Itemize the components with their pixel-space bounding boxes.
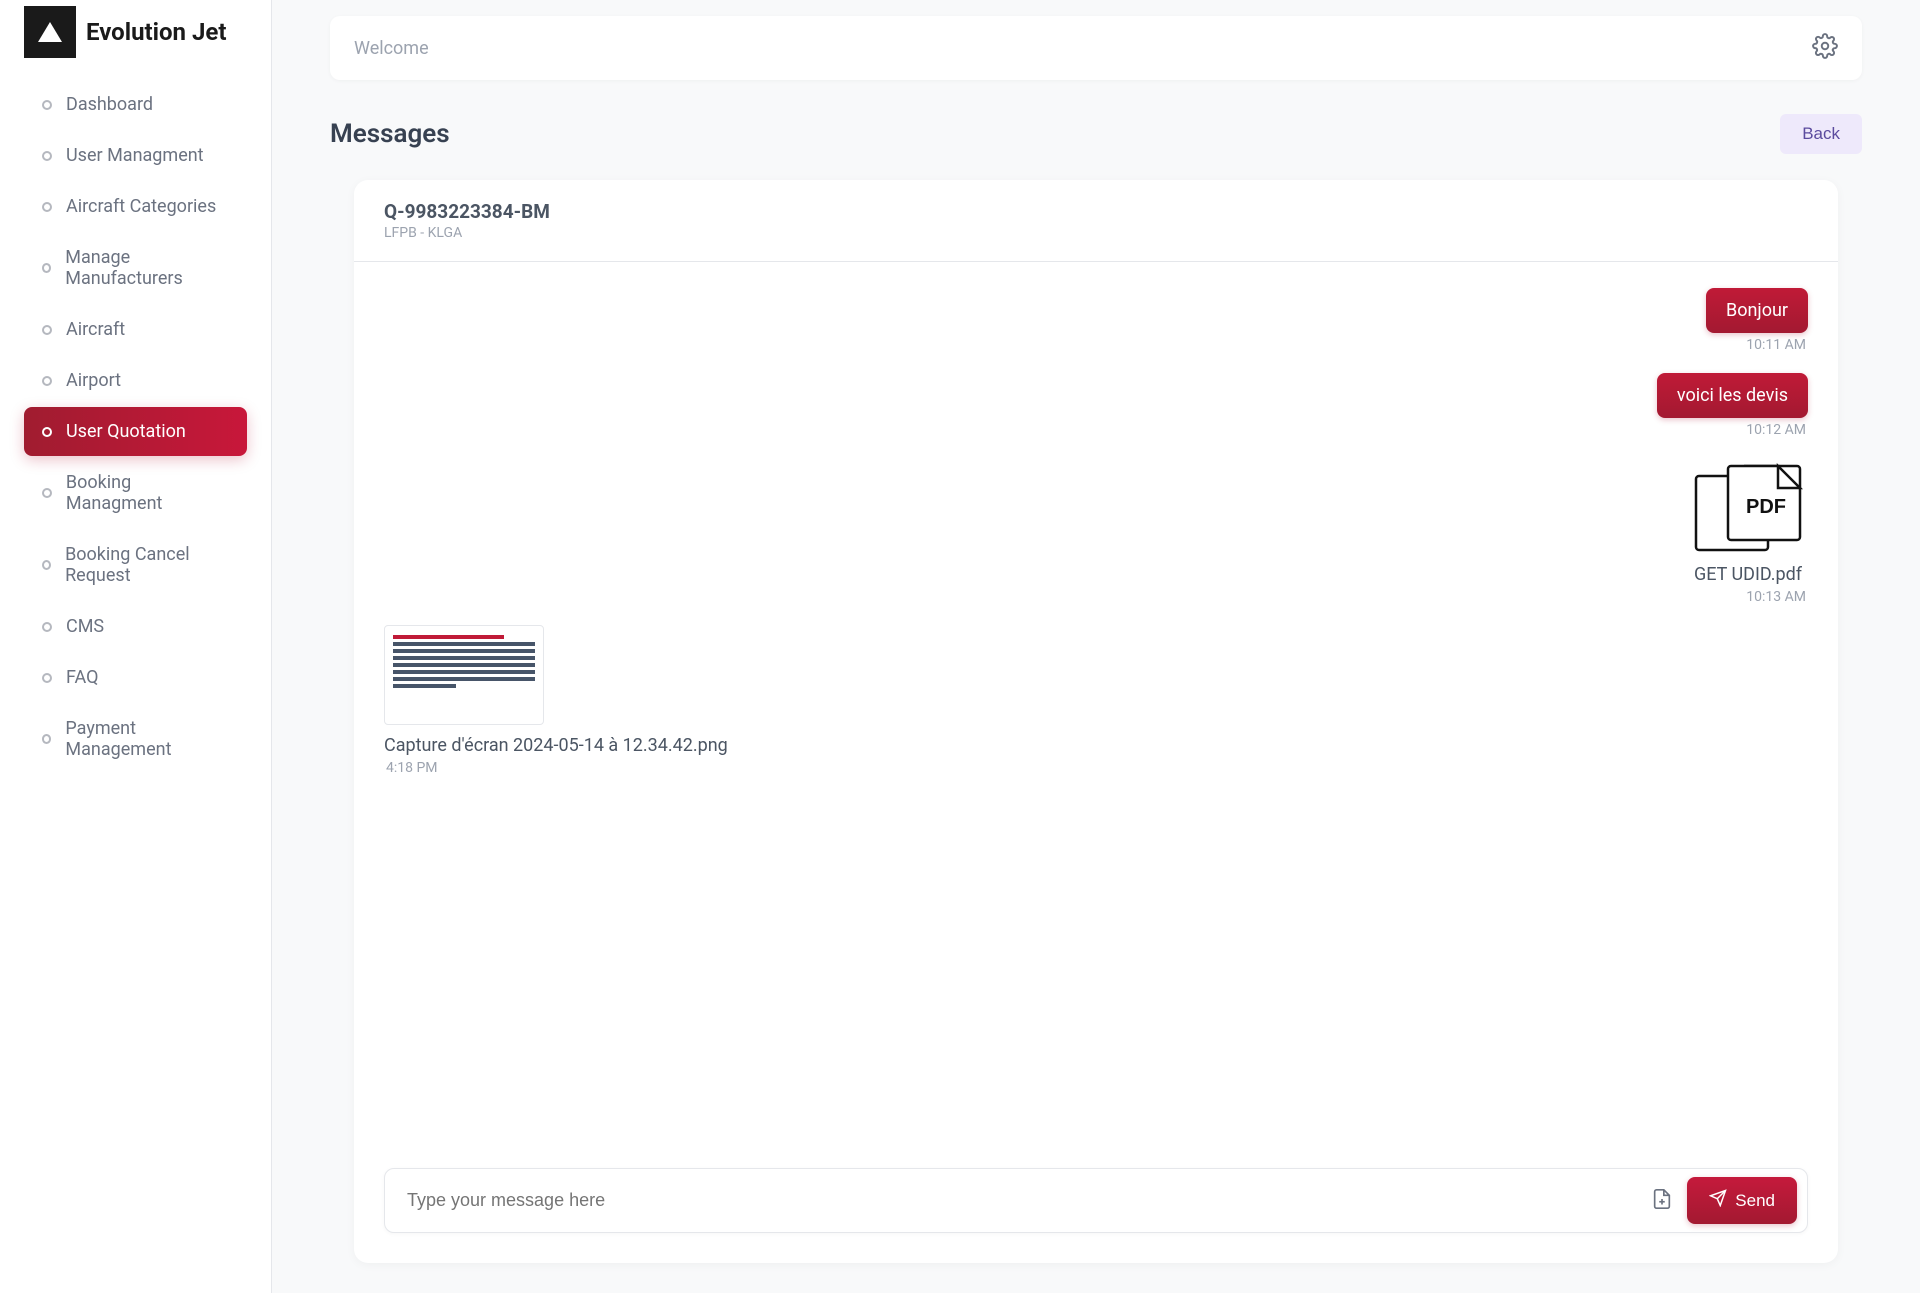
brand-logo [24,6,76,58]
image-attachment[interactable] [384,625,544,725]
sidebar-item-label: Airport [66,370,121,391]
sidebar-item-booking-cancel-request[interactable]: Booking Cancel Request [24,530,247,600]
message-timestamp: 10:13 AM [1746,589,1806,605]
nav-dot-icon [42,376,52,386]
message-bubble: voici les devis [1657,373,1808,418]
sidebar-item-manage-manufacturers[interactable]: Manage Manufacturers [24,233,247,303]
sidebar-item-dashboard[interactable]: Dashboard [24,80,247,129]
chat-card: Q-9983223384-BM LFPB - KLGA Bonjour 10:11… [354,180,1838,1263]
chat-footer: Send [354,1168,1838,1263]
page-title: Messages [330,119,450,149]
message-row: Capture d'écran 2024-05-14 à 12.34.42.pn… [384,625,1808,790]
sidebar-item-cms[interactable]: CMS [24,602,247,651]
sidebar-nav: Dashboard User Managment Aircraft Categori… [0,80,271,774]
brand-name: Evolution Jet [86,18,226,46]
send-button[interactable]: Send [1687,1177,1797,1224]
sidebar-item-label: Manage Manufacturers [65,247,229,289]
sidebar-item-label: Dashboard [66,94,153,115]
sidebar-item-faq[interactable]: FAQ [24,653,247,702]
sidebar-item-label: Aircraft Categories [66,196,216,217]
sidebar-item-label: FAQ [66,667,98,688]
sidebar-item-label: Booking Cancel Request [65,544,229,586]
message-timestamp: 10:12 AM [1746,422,1806,438]
sidebar-item-label: Aircraft [66,319,125,340]
sidebar-item-label: CMS [66,616,104,637]
page-header: Messages Back [330,114,1862,154]
topbar: Welcome [330,16,1862,80]
chat-header: Q-9983223384-BM LFPB - KLGA [354,180,1838,262]
gear-icon[interactable] [1812,33,1838,63]
sidebar-item-label: Payment Management [65,718,229,760]
message-timestamp: 10:11 AM [1746,337,1806,353]
message-row: PDF GET UDID.pdf 10:13 AM [384,458,1808,619]
nav-dot-icon [42,622,52,632]
back-button[interactable]: Back [1780,114,1862,154]
nav-dot-icon [42,100,52,110]
sidebar-item-booking-managment[interactable]: Booking Managment [24,458,247,528]
nav-dot-icon [42,325,52,335]
message-timestamp: 4:18 PM [386,760,438,776]
quote-id: Q-9983223384-BM [384,200,1808,223]
message-bubble: Bonjour [1706,288,1808,333]
sidebar-item-user-quotation[interactable]: User Quotation [24,407,247,456]
sidebar: Evolution Jet Dashboard User Managment Air… [0,0,272,1293]
sidebar-item-label: User Quotation [66,421,186,442]
send-icon [1709,1189,1727,1212]
nav-dot-icon [42,734,51,744]
attachment-name: Capture d'écran 2024-05-14 à 12.34.42.pn… [384,735,728,756]
sidebar-item-user-managment[interactable]: User Managment [24,131,247,180]
message-input[interactable] [407,1190,1637,1211]
file-plus-icon [1651,1198,1673,1213]
nav-dot-icon [42,488,52,498]
sidebar-item-label: User Managment [66,145,204,166]
message-row: voici les devis 10:12 AM [384,373,1808,452]
pdf-attachment[interactable]: PDF GET UDID.pdf [1688,458,1808,585]
svg-text:PDF: PDF [1746,496,1786,518]
main: Welcome Messages Back Q-9983223384-BM LF… [272,0,1920,1293]
sidebar-item-aircraft[interactable]: Aircraft [24,305,247,354]
welcome-text: Welcome [354,38,429,59]
sidebar-item-airport[interactable]: Airport [24,356,247,405]
pdf-icon: PDF [1688,458,1808,558]
composer: Send [384,1168,1808,1233]
nav-dot-icon [42,151,52,161]
route: LFPB - KLGA [384,225,1808,241]
nav-dot-icon [42,673,52,683]
brand: Evolution Jet [0,6,271,78]
attach-button[interactable] [1651,1188,1673,1213]
sidebar-item-label: Booking Managment [66,472,229,514]
nav-dot-icon [42,263,51,273]
sidebar-item-aircraft-categories[interactable]: Aircraft Categories [24,182,247,231]
sidebar-item-payment-management[interactable]: Payment Management [24,704,247,774]
message-row: Bonjour 10:11 AM [384,288,1808,367]
nav-dot-icon [42,202,52,212]
nav-dot-icon [42,427,52,437]
nav-dot-icon [42,560,51,570]
send-label: Send [1735,1191,1775,1211]
chat-body: Bonjour 10:11 AM voici les devis 10:12 AM PD… [354,262,1838,1168]
attachment-name: GET UDID.pdf [1694,564,1802,585]
